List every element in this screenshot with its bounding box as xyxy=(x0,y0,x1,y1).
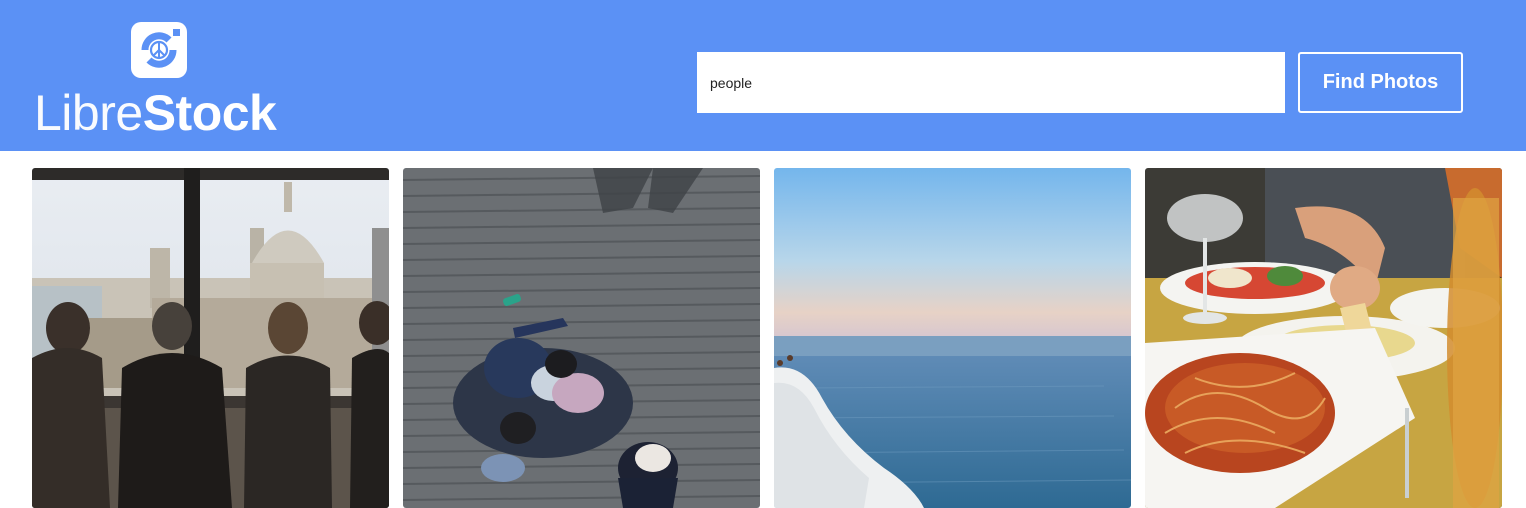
site-header: LibreStock Find Photos xyxy=(0,0,1526,151)
photo-card-pasta-dinner[interactable] xyxy=(1145,168,1502,508)
photo-image xyxy=(1145,168,1502,508)
logo-wordmark: LibreStock xyxy=(34,85,277,141)
find-photos-button[interactable]: Find Photos xyxy=(1298,52,1463,113)
search-input[interactable] xyxy=(697,52,1285,113)
photo-image xyxy=(774,168,1131,508)
photo-grid xyxy=(0,168,1526,508)
librestock-logo[interactable]: LibreStock xyxy=(34,22,294,142)
logo-wordmark-light: Libre xyxy=(34,85,143,141)
photo-image xyxy=(403,168,760,508)
camera-peace-icon xyxy=(131,22,187,78)
logo-wordmark-bold: Stock xyxy=(142,85,277,141)
photo-card-people-window[interactable] xyxy=(32,168,389,508)
photo-card-people-deck[interactable] xyxy=(403,168,760,508)
photo-card-sea-cliff[interactable] xyxy=(774,168,1131,508)
photo-image xyxy=(32,168,389,508)
